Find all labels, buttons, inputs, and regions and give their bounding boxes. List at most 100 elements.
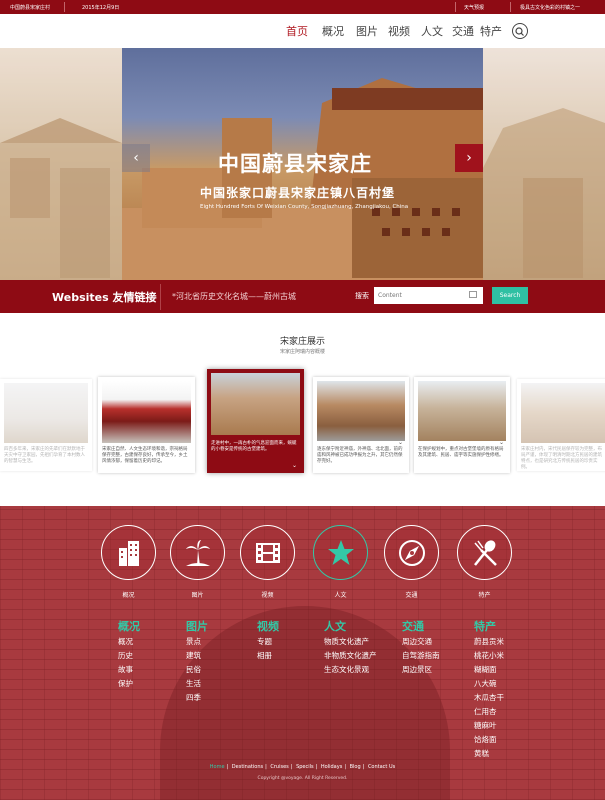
calendar-icon[interactable]	[469, 291, 477, 298]
chevron-right-icon: ›	[466, 150, 472, 166]
circle-culture[interactable]	[313, 525, 368, 580]
showcase-card[interactable]: 宋家庄自然、人文生态环境和谐，宗祠格局保存完整，古建保存良好，传承至今，乡土风情…	[98, 377, 195, 473]
footer-nav-blog[interactable]: Blog	[350, 764, 361, 770]
footer-nav-specils[interactable]: Specils	[296, 764, 314, 770]
main-nav: 首页 概况 图片 视频 人文 交通 特产	[0, 14, 605, 48]
card-image	[418, 381, 506, 441]
footer-link[interactable]: 木瓜杏干	[474, 691, 504, 705]
footer-nav-home[interactable]: Home	[210, 764, 225, 770]
footer-link[interactable]: 保护	[118, 677, 140, 691]
hero-title: 中国蔚县宋家庄	[218, 151, 372, 176]
circle-videos[interactable]	[240, 525, 295, 580]
footer-link[interactable]: 饸烙面	[474, 733, 504, 747]
chevron-down-icon[interactable]: ⌄	[292, 462, 297, 469]
film-icon	[256, 543, 280, 563]
showcase-card-featured[interactable]: 走进村中，一再古朴的气息迎面而来，蜿蜒的小巷安是传统的古堡建筑。 ⌄	[207, 369, 304, 473]
card-caption: 四百多年来，宋家庄的先辈们在默默地于天灾中守卫家园，先祖们孕育了本村数人的智慧与…	[4, 447, 85, 465]
card-image	[102, 381, 191, 443]
circle-label: 图片	[191, 592, 204, 599]
footer-link[interactable]: 仁用杏	[474, 705, 504, 719]
divider	[160, 284, 161, 310]
column-heading[interactable]: 图片	[186, 618, 208, 634]
site-name[interactable]: 中国蔚县宋家庄村	[10, 4, 50, 11]
footer-link[interactable]: 物质文化遗产	[324, 635, 377, 649]
footer-bottom-nav: Home | Destinations | Cruises | Specils | Ho…	[209, 764, 396, 770]
current-date: 2015年12月9日	[82, 5, 120, 11]
nav-home[interactable]: 首页	[286, 23, 308, 39]
footer-link[interactable]: 专题	[257, 635, 279, 649]
footer-nav-holidays[interactable]: Holidays	[321, 764, 342, 770]
circle-specialty[interactable]	[457, 525, 512, 580]
footer-link[interactable]: 生活	[186, 677, 208, 691]
hero-subtitle: 中国张家口蔚县宋家庄镇八百村堡	[200, 186, 396, 200]
showcase-card[interactable]: 宋家庄村内，宋代民居保存较为完整，布局严谨，体现了明清时期北方民居的建筑特点，也…	[517, 379, 605, 471]
footer-link[interactable]: 相册	[257, 649, 279, 663]
fork-spoon-icon	[474, 540, 497, 566]
card-caption: 在保护规划中，重点对古堡堡墙的原有格局及其建筑、民居、庙宇等实施保护性修缮。	[418, 447, 504, 459]
nav-culture[interactable]: 人文	[421, 23, 443, 39]
footer: 概况 图片 视频 人文 交通 特产 概况 概况 历史 故事 保护 图片 景点 建…	[0, 506, 605, 800]
footer-link[interactable]: 八大碗	[474, 677, 504, 691]
nav-specialty[interactable]: 特产	[480, 23, 502, 39]
footer-column-overview: 概况 概况 历史 故事 保护	[118, 618, 140, 691]
star-icon	[328, 540, 354, 565]
card-image	[317, 381, 405, 441]
copyright: Copyright @voyage. All Right Reserved.	[257, 776, 348, 781]
footer-link[interactable]: 蔚县贡米	[474, 635, 504, 649]
footer-link[interactable]: 历史	[118, 649, 140, 663]
hero-subtitle-en: Eight Hundred Forts Of Weixian County, S…	[200, 204, 409, 210]
column-heading[interactable]: 特产	[474, 618, 504, 634]
search-icon[interactable]	[512, 23, 528, 39]
column-heading[interactable]: 视频	[257, 618, 279, 634]
nav-traffic[interactable]: 交通	[452, 23, 474, 39]
footer-link[interactable]: 黄糕	[474, 747, 504, 761]
footer-link[interactable]: 故事	[118, 663, 140, 677]
chevron-down-icon[interactable]: ⌄	[398, 439, 403, 446]
top-bar: 中国蔚县宋家庄村 2015年12月9日 天气预报 极具古文化色彩的村镇之一	[0, 0, 605, 14]
footer-column-videos: 视频 专题 相册	[257, 618, 279, 663]
footer-link[interactable]: 糖麻叶	[474, 719, 504, 733]
links-bar: Websites 友情链接 *河北省历史文化名城——蔚州古城 搜索 Search	[0, 280, 605, 313]
footer-nav-cruises[interactable]: Cruises	[270, 764, 288, 770]
footer-link[interactable]: 生态文化景观	[324, 663, 377, 677]
footer-nav-destinations[interactable]: Destinations	[232, 764, 263, 770]
circle-pictures[interactable]	[170, 525, 225, 580]
weather-link[interactable]: 天气预报	[464, 4, 484, 11]
card-caption: 走进村中，一再古朴的气息迎面而来，蜿蜒的小巷安是传统的古堡建筑。	[211, 441, 297, 453]
footer-link[interactable]: 周边景区	[402, 663, 440, 677]
column-heading[interactable]: 概况	[118, 618, 140, 634]
column-heading[interactable]: 人文	[324, 618, 377, 634]
friendly-link[interactable]: *河北省历史文化名城——蔚州古城	[172, 291, 296, 302]
footer-link[interactable]: 民俗	[186, 663, 208, 677]
showcase-card[interactable]: 四百多年来，宋家庄的先辈们在默默地于天灾中守卫家园，先祖们孕育了本村数人的智慧与…	[0, 379, 92, 471]
footer-link[interactable]: 自驾游指南	[402, 649, 440, 663]
circle-traffic[interactable]	[384, 525, 439, 580]
search-button[interactable]: Search	[492, 287, 528, 304]
chevron-down-icon[interactable]: ⌄	[499, 439, 504, 446]
showcase-carousel: 四百多年来，宋家庄的先辈们在默默地于天灾中守卫家园，先祖们孕育了本村数人的智慧与…	[0, 369, 605, 485]
palm-tree-icon	[186, 540, 210, 566]
compass-icon	[399, 540, 425, 566]
showcase-card[interactable]: 逐东保宁附近神庙，外神庙、北北面，前的庙和风神被已成功申报为之升，其它仍然保存完…	[313, 377, 409, 473]
footer-column-specialty: 特产 蔚县贡米 桃花小米 糊糊面 八大碗 木瓜杏干 仁用杏 糖麻叶 饸烙面 黄糕	[474, 618, 504, 761]
footer-link[interactable]: 糊糊面	[474, 663, 504, 677]
footer-link[interactable]: 非物质文化遗产	[324, 649, 377, 663]
footer-link[interactable]: 概况	[118, 635, 140, 649]
footer-link[interactable]: 四季	[186, 691, 208, 705]
footer-link[interactable]: 周边交通	[402, 635, 440, 649]
hero-slider: 中国蔚县宋家庄 中国张家口蔚县宋家庄镇八百村堡 Eight Hundred Fo…	[0, 48, 605, 280]
circle-overview[interactable]	[101, 525, 156, 580]
footer-link[interactable]: 桃花小米	[474, 649, 504, 663]
showcase-card[interactable]: 在保护规划中，重点对古堡堡墙的原有格局及其建筑、民居、庙宇等实施保护性修缮。 ⌄	[414, 377, 510, 473]
slider-prev-button[interactable]: ‹	[122, 144, 150, 172]
footer-link[interactable]: 景点	[186, 635, 208, 649]
column-heading[interactable]: 交通	[402, 618, 440, 634]
footer-nav-contact[interactable]: Contact Us	[368, 764, 395, 770]
circle-label: 交通	[405, 592, 418, 599]
footer-link[interactable]: 建筑	[186, 649, 208, 663]
nav-pictures[interactable]: 图片	[356, 23, 378, 39]
nav-overview[interactable]: 概况	[322, 23, 344, 39]
nav-videos[interactable]: 视频	[388, 23, 410, 39]
search-input[interactable]	[374, 287, 483, 304]
slider-next-button[interactable]: ›	[455, 144, 483, 172]
